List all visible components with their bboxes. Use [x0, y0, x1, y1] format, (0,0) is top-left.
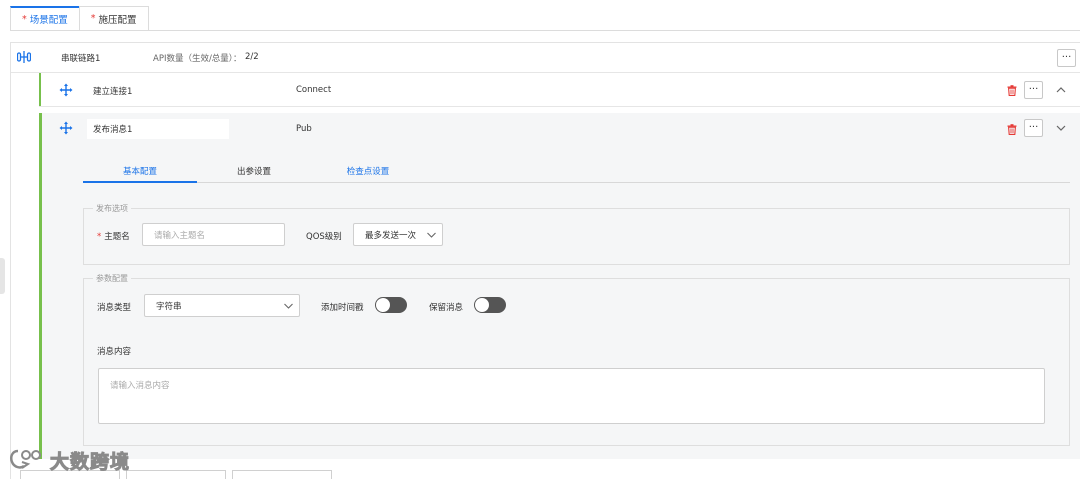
api-type: Pub — [296, 124, 312, 134]
qos-select[interactable]: 最多发送一次 — [353, 223, 443, 246]
qos-label: QOS级别 — [306, 232, 342, 242]
api-status-bar — [39, 113, 42, 459]
watermark: 大数跨境 — [8, 447, 130, 473]
api-row-connect[interactable]: 建立连接1 Connect ··· — [39, 73, 1080, 107]
chain-panel: 串联链路1 API数量（生效/总量）： 2/2 ··· 建立连接1 Connec… — [10, 42, 1080, 479]
msg-type-select[interactable]: 字符串 — [144, 294, 300, 317]
required-mark: * — [90, 13, 96, 24]
chevron-down-icon — [427, 232, 436, 238]
chain-header: 串联链路1 API数量（生效/总量）： 2/2 ··· — [11, 43, 1080, 73]
add-timestamp-label: 添加时间戳 — [321, 303, 364, 313]
toggle-knob — [376, 298, 390, 312]
tab-scene-config-label: 场景配置 — [29, 15, 68, 26]
param-config-legend: 参数配置 — [93, 273, 131, 284]
more-icon: ··· — [1028, 122, 1039, 133]
topic-label: * 主题名 — [97, 230, 130, 242]
api-name-input[interactable]: 发布消息1 — [87, 119, 229, 139]
tab-output-params[interactable]: 出参设置 — [197, 165, 311, 183]
tab-basic-config[interactable]: 基本配置 — [83, 165, 197, 183]
top-tab-bar: * 场景配置 * 施压配置 — [10, 6, 149, 30]
publish-options-legend: 发布选项 — [93, 203, 131, 214]
qos-value: 最多发送一次 — [365, 230, 417, 241]
topic-label-text: 主题名 — [104, 232, 130, 242]
topic-placeholder: 请输入主题名 — [154, 230, 206, 241]
move-icon[interactable] — [59, 83, 73, 97]
msg-type-label: 消息类型 — [97, 303, 132, 313]
sub-tab-bar: 基本配置 出参设置 检查点设置 — [83, 165, 1070, 183]
panel-collapse-handle[interactable] — [0, 258, 5, 294]
api-type: Connect — [296, 85, 332, 95]
more-icon: ··· — [1028, 84, 1039, 95]
topic-input[interactable]: 请输入主题名 — [142, 223, 285, 246]
msg-type-value: 字符串 — [156, 301, 182, 312]
api-more-button[interactable]: ··· — [1024, 119, 1043, 137]
chain-name: 串联链路1 — [61, 54, 101, 64]
tab-scene-config[interactable]: * 场景配置 — [10, 6, 80, 30]
content-textarea[interactable]: 请输入消息内容 — [98, 368, 1045, 424]
chain-more-button[interactable]: ··· — [1057, 49, 1076, 67]
api-status-bar — [39, 73, 41, 106]
chain-link-icon — [17, 51, 31, 63]
retain-toggle[interactable] — [474, 297, 506, 313]
tab-divider — [10, 30, 1080, 31]
add-timestamp-toggle[interactable] — [375, 297, 407, 313]
watermark-logo-icon — [10, 449, 41, 469]
api-count-label: API数量（生效/总量）： — [153, 54, 242, 64]
api-count-value: 2/2 — [245, 52, 259, 62]
tab-load-config[interactable]: * 施压配置 — [78, 6, 149, 30]
api-name: 建立连接1 — [93, 87, 133, 97]
required-mark: * — [97, 232, 102, 242]
param-config-group: 参数配置 消息类型 字符串 添加时间戳 保留消息 消息内容 请输入消息内容 — [83, 273, 1070, 446]
toggle-knob — [475, 298, 489, 312]
add-button[interactable] — [232, 470, 332, 479]
watermark-text: 大数跨境 — [49, 450, 131, 473]
chevron-up-icon[interactable] — [1056, 85, 1066, 95]
chevron-down-icon — [284, 303, 293, 309]
api-panel-pub: 发布消息1 Pub ··· 基本配置 出参设置 检查点设置 发布选项 * 主题名 … — [39, 113, 1080, 459]
content-label: 消息内容 — [97, 347, 132, 357]
required-mark: * — [22, 13, 27, 25]
move-icon[interactable] — [59, 121, 73, 135]
trash-icon[interactable] — [1007, 124, 1017, 135]
add-button[interactable] — [126, 470, 226, 479]
chevron-down-icon[interactable] — [1056, 123, 1066, 133]
more-icon: ··· — [1061, 52, 1072, 63]
api-more-button[interactable]: ··· — [1024, 81, 1043, 99]
content-placeholder: 请输入消息内容 — [110, 381, 170, 391]
tab-load-config-label: 施压配置 — [98, 14, 137, 26]
tab-checkpoint[interactable]: 检查点设置 — [311, 165, 425, 183]
publish-options-group: 发布选项 * 主题名 请输入主题名 QOS级别 最多发送一次 — [83, 203, 1070, 265]
retain-label: 保留消息 — [429, 303, 464, 313]
trash-icon[interactable] — [1007, 85, 1017, 96]
api-name: 发布消息1 — [93, 125, 133, 135]
